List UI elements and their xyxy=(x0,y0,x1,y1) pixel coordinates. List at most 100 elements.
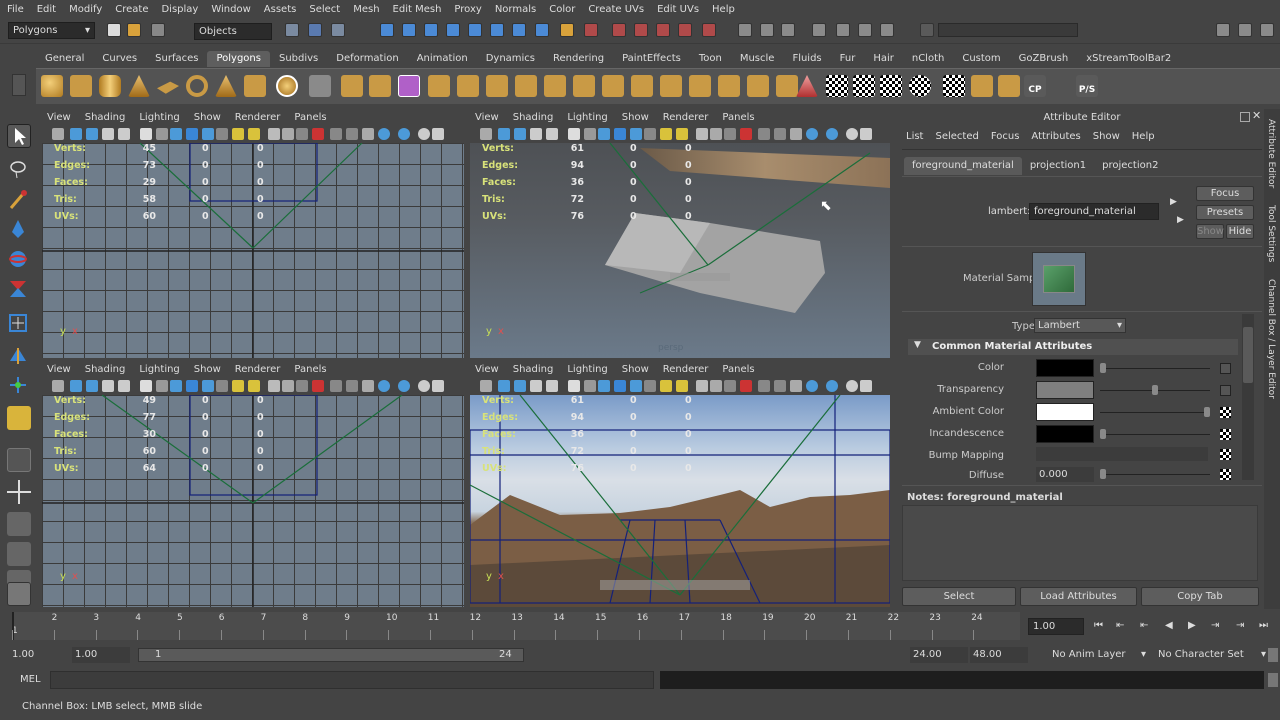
color-swatch[interactable] xyxy=(1036,425,1094,443)
playback-start-field[interactable]: 1.00 xyxy=(72,647,130,663)
layout-four-pane-icon[interactable] xyxy=(7,480,31,504)
menu-assets[interactable]: Assets xyxy=(257,4,303,15)
viewport-tool-icon[interactable] xyxy=(52,380,64,392)
viewport-menu-panels[interactable]: Panels xyxy=(287,364,333,375)
viewport-tool-icon[interactable] xyxy=(480,380,492,392)
poly-uv-planar-icon[interactable] xyxy=(747,75,769,97)
viewport-tool-icon[interactable] xyxy=(630,128,642,140)
viewport-tool-icon[interactable] xyxy=(156,128,168,140)
menu-edit[interactable]: Edit xyxy=(30,4,62,15)
viewport-menu-lighting[interactable]: Lighting xyxy=(132,112,186,123)
snap-curve-icon[interactable] xyxy=(402,23,416,37)
viewport-tool-icon[interactable] xyxy=(282,380,294,392)
viewport-tool-icon[interactable] xyxy=(362,128,374,140)
viewport-menu-show[interactable]: Show xyxy=(615,112,656,123)
hide-button[interactable]: Hide xyxy=(1226,224,1254,239)
shelf-tab-painteffects[interactable]: PaintEffects xyxy=(613,51,690,67)
viewport-menu-shading[interactable]: Shading xyxy=(78,364,133,375)
viewport-tool-icon[interactable] xyxy=(362,380,374,392)
time-ruler[interactable]: 1 2 3 4 5 6 7 8 9 10 11 12 13 14 15 16 17 18 19 20 21 22 23 24 xyxy=(12,612,1020,640)
shelf-tab-toon[interactable]: Toon xyxy=(690,51,731,67)
viewport-tool-icon[interactable] xyxy=(846,128,858,140)
viewport-tool-icon[interactable] xyxy=(232,380,244,392)
menu-edit-uvs[interactable]: Edit UVs xyxy=(650,4,705,15)
snap-live-icon[interactable] xyxy=(490,23,504,37)
current-frame-field[interactable]: 1.00 xyxy=(1028,618,1084,635)
ae-tab-projection2[interactable]: projection2 xyxy=(1094,157,1166,175)
shelf-tab-fluids[interactable]: Fluids xyxy=(783,51,830,67)
viewport-tool-icon[interactable] xyxy=(86,128,98,140)
menu-select[interactable]: Select xyxy=(302,4,346,15)
viewport-tool-icon[interactable] xyxy=(630,380,642,392)
attribute-slider[interactable] xyxy=(1100,363,1210,373)
viewport-tool-icon[interactable] xyxy=(140,128,152,140)
notes-field[interactable] xyxy=(902,505,1258,581)
shelf-tab-curves[interactable]: Curves xyxy=(93,51,146,67)
snap-view-icon[interactable] xyxy=(512,23,526,37)
shelf-tab-dynamics[interactable]: Dynamics xyxy=(477,51,544,67)
slider-handle[interactable] xyxy=(1152,385,1158,395)
snap-plane-icon[interactable] xyxy=(446,23,460,37)
layout-single-icon[interactable] xyxy=(1238,23,1252,37)
viewport-tool-icon[interactable] xyxy=(52,128,64,140)
show-modeling-toolkit-icon[interactable] xyxy=(812,23,826,37)
shelf-tab-hair[interactable]: Hair xyxy=(864,51,903,67)
viewport-tool-icon[interactable] xyxy=(202,380,214,392)
poly-offset-loop-icon[interactable] xyxy=(573,75,595,97)
shelf-tab-subdivs[interactable]: Subdivs xyxy=(270,51,327,67)
poly-separate-icon[interactable] xyxy=(369,75,391,97)
rename-icon[interactable] xyxy=(760,23,774,37)
poly-cube-icon[interactable] xyxy=(70,75,92,97)
shelf-tab-deformation[interactable]: Deformation xyxy=(327,51,407,67)
scroll-thumb[interactable] xyxy=(1243,327,1253,383)
viewport-tool-icon[interactable] xyxy=(660,380,672,392)
viewport-tool-icon[interactable] xyxy=(860,128,872,140)
menu-modify[interactable]: Modify xyxy=(62,4,108,15)
transform-field-icon[interactable] xyxy=(781,23,795,37)
shelf-tab-polygons[interactable]: Polygons xyxy=(207,51,270,67)
shelf-tab-custom[interactable]: Custom xyxy=(953,51,1009,67)
attribute-slider[interactable] xyxy=(1100,385,1210,395)
viewport-tool-icon[interactable] xyxy=(614,380,626,392)
viewport-tool-icon[interactable] xyxy=(740,380,752,392)
poly-insert-loop-icon[interactable] xyxy=(544,75,566,97)
shelf-tab-animation[interactable]: Animation xyxy=(408,51,477,67)
viewport-tool-icon[interactable] xyxy=(790,380,802,392)
hypershade-icon[interactable] xyxy=(678,23,692,37)
poly-cone-icon[interactable] xyxy=(128,75,150,97)
viewport-tool-icon[interactable] xyxy=(644,128,656,140)
poly-sphere-icon[interactable] xyxy=(41,75,63,97)
render-frame-icon[interactable] xyxy=(612,23,626,37)
uv-snapshot-icon[interactable] xyxy=(943,75,965,97)
viewport-canvas[interactable]: Verts: 61 0 0 Edges: 94 0 0 Faces: 36 0 0 Tris: 72 0 0 U… xyxy=(470,395,890,607)
poly-append-icon[interactable] xyxy=(486,75,508,97)
color-swatch[interactable] xyxy=(1036,403,1094,421)
viewport-menu-show[interactable]: Show xyxy=(615,364,656,375)
viewport-menu-renderer[interactable]: Renderer xyxy=(228,112,288,123)
viewport-tool-icon[interactable] xyxy=(282,128,294,140)
show-manipulator-icon[interactable] xyxy=(7,374,31,398)
select-component-icon[interactable] xyxy=(331,23,345,37)
paint-select-tool-icon[interactable] xyxy=(7,188,31,212)
map-button-icon[interactable] xyxy=(1220,363,1231,374)
history-icon[interactable] xyxy=(584,23,598,37)
poly-combine-icon[interactable] xyxy=(341,75,363,97)
map-button-icon[interactable] xyxy=(1220,449,1231,460)
viewport-menu-panels[interactable]: Panels xyxy=(287,112,333,123)
viewport-tool-icon[interactable] xyxy=(248,128,260,140)
tool-settings-toggle-icon[interactable] xyxy=(858,23,872,37)
animation-end-field[interactable]: 48.00 xyxy=(970,647,1028,663)
rotate-tool-icon[interactable] xyxy=(7,248,31,272)
shelf-tab-xstreamtoolbar2[interactable]: xStreamToolBar2 xyxy=(1077,51,1180,67)
snap-surface-icon[interactable] xyxy=(468,23,482,37)
viewport-tool-icon[interactable] xyxy=(86,380,98,392)
viewport-tool-icon[interactable] xyxy=(170,128,182,140)
poly-merge-icon[interactable] xyxy=(631,75,653,97)
step-back-frame-icon[interactable]: ⇤ xyxy=(1140,620,1154,634)
poly-plane-icon[interactable] xyxy=(157,81,179,94)
viewport-canvas[interactable]: persp ⬉ Verts: 61 0 0 Edges: 94 0 0 Faces: 36 0 0 Tris… xyxy=(470,143,890,358)
step-back-key-icon[interactable]: ⇤ xyxy=(1116,620,1130,634)
viewport-tool-icon[interactable] xyxy=(70,380,82,392)
map-button-icon[interactable] xyxy=(1220,385,1231,396)
viewport-tool-icon[interactable] xyxy=(378,380,390,392)
